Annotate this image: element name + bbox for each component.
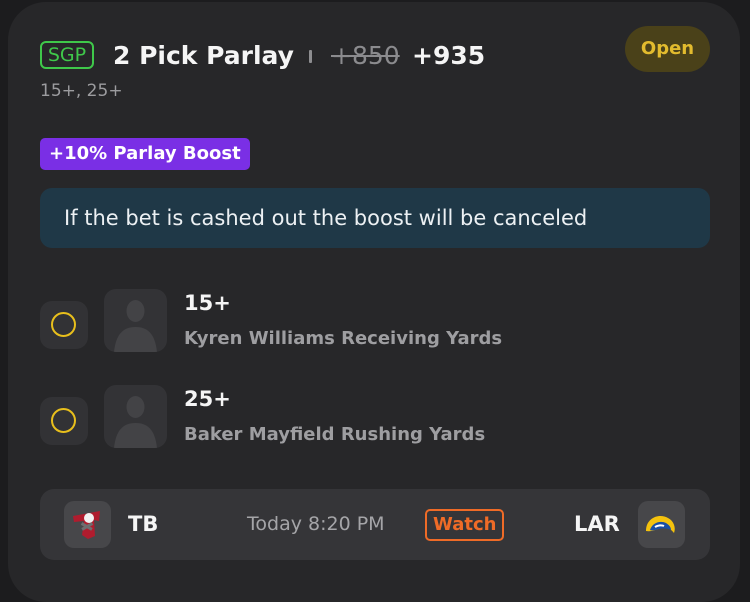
status-badge: Open [625,26,710,72]
bet-subtitle: 15+, 25+ [40,81,123,101]
game-info-bar[interactable]: TB Today 8:20 PM Watch LAR [40,489,710,560]
leg-market: Baker Mayfield Rushing Yards [184,424,486,445]
boosted-odds: +935 [412,41,486,70]
empty-circle-icon [51,408,76,433]
parlay-boost-badge: +10% Parlay Boost [40,138,250,170]
watch-button[interactable]: Watch [425,509,505,541]
leg-line: 15+ [184,291,231,315]
buccaneers-logo [64,501,111,548]
player-silhouette-icon [104,289,167,352]
sgp-badge: SGP [40,41,94,69]
original-odds: +850 [331,41,400,70]
rams-logo [638,501,685,548]
empty-circle-icon [51,312,76,337]
bet-title: 2 Pick Parlay [113,41,294,70]
title-separator [309,50,312,63]
bet-leg: 15+ Kyren Williams Receiving Yards [40,289,640,355]
leg-line: 25+ [184,387,231,411]
away-team: TB [128,512,159,536]
boost-notice: If the bet is cashed out the boost will … [40,188,710,248]
leg-status [40,301,88,349]
player-silhouette-icon [104,385,167,448]
home-team: LAR [574,512,620,536]
bet-leg: 25+ Baker Mayfield Rushing Yards [40,385,640,451]
game-time: Today 8:20 PM [247,513,385,535]
leg-status [40,397,88,445]
leg-market: Kyren Williams Receiving Yards [184,328,503,349]
